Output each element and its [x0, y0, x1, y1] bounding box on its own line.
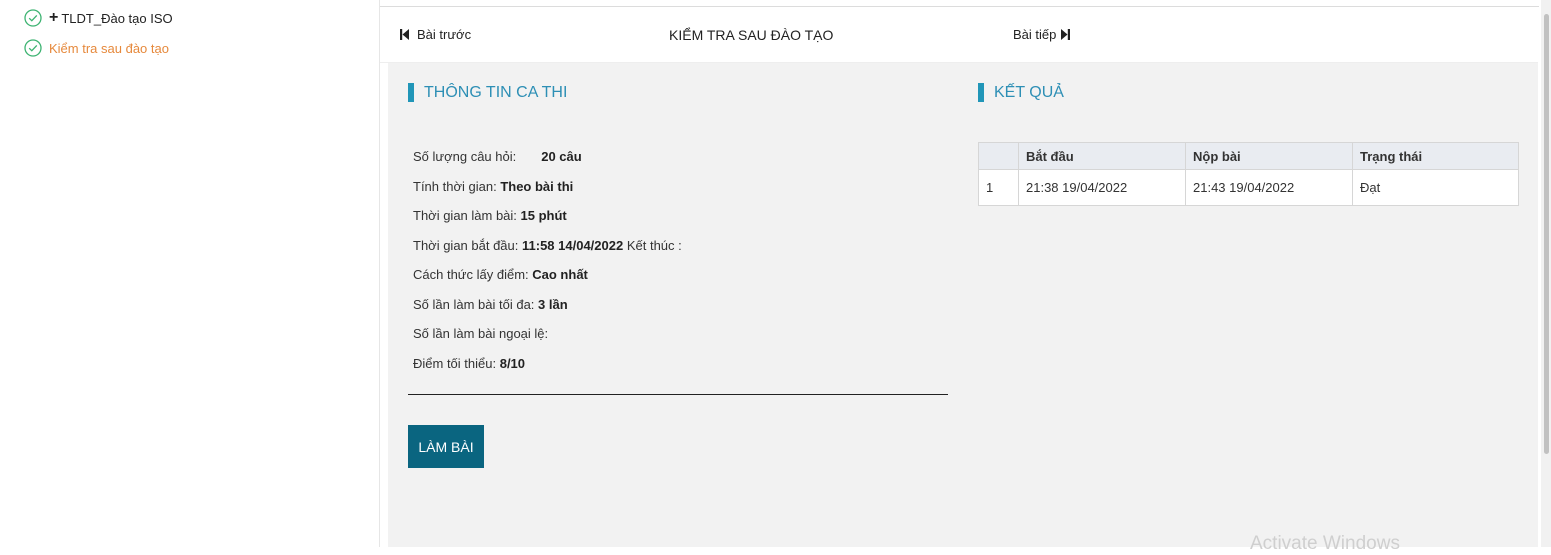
- info-value: 15 phút: [520, 208, 567, 223]
- info-label: Thời gian làm bài:: [413, 208, 517, 223]
- info-scoring-method: Cách thức lấy điểm: Cao nhất: [413, 267, 588, 282]
- start-exam-button[interactable]: LÀM BÀI: [408, 425, 484, 468]
- column-header-index: [978, 142, 1019, 170]
- results-table: Bắt đầu Nộp bài Trạng thái 1 21:38 19/04…: [978, 142, 1519, 206]
- check-circle-icon: [24, 9, 42, 27]
- info-label: Thời gian bắt đầu:: [413, 238, 519, 253]
- exam-info-heading: THÔNG TIN CA THI: [408, 83, 567, 102]
- results-heading: KẾT QUẢ: [978, 83, 1064, 102]
- cell-index: 1: [978, 169, 1019, 206]
- info-end-label: Kết thúc :: [626, 238, 682, 253]
- exam-info-title: THÔNG TIN CA THI: [424, 83, 568, 101]
- column-header-start: Bắt đầu: [1018, 142, 1186, 170]
- lesson-title: KIỂM TRA SAU ĐÀO TẠO: [669, 27, 834, 43]
- sidebar-item-tldt-dao-tao-iso[interactable]: + TLDT_Đào tạo ISO: [24, 9, 173, 27]
- info-label: Tính thời gian:: [413, 179, 497, 194]
- column-header-status: Trạng thái: [1352, 142, 1519, 170]
- cell-submit-time: 21:43 19/04/2022: [1185, 169, 1353, 206]
- sidebar-item-label: TLDT_Đào tạo ISO: [61, 10, 173, 26]
- cell-start-time: 21:38 19/04/2022: [1018, 169, 1186, 206]
- info-timing-mode: Tính thời gian: Theo bài thi: [413, 179, 573, 194]
- info-start-time: Thời gian bắt đầu: 11:58 14/04/2022 Kết …: [413, 238, 682, 253]
- info-max-attempts: Số lần làm bài tối đa: 3 lần: [413, 297, 568, 312]
- info-exception-attempts: Số lần làm bài ngoại lệ:: [413, 326, 548, 341]
- sidebar-item-kiem-tra-sau-dao-tao[interactable]: Kiểm tra sau đào tạo: [24, 39, 169, 57]
- info-value: Cao nhất: [532, 267, 588, 282]
- info-value: 11:58 14/04/2022: [522, 238, 624, 253]
- heading-accent-bar: [408, 83, 414, 102]
- skip-next-icon: [1061, 29, 1071, 40]
- table-row: 1 21:38 19/04/2022 21:43 19/04/2022 Đạt: [978, 169, 1519, 206]
- sidebar-item-label: Kiểm tra sau đào tạo: [49, 40, 169, 56]
- prev-lesson-label: Bài trước: [417, 27, 472, 42]
- column-header-submit: Nộp bài: [1185, 142, 1353, 170]
- info-value: 8/10: [499, 356, 526, 371]
- sidebar: + TLDT_Đào tạo ISO Kiểm tra sau đào tạo: [0, 0, 380, 547]
- info-value: Theo bài thi: [500, 179, 574, 194]
- heading-accent-bar: [978, 83, 984, 102]
- info-value: 20 câu: [541, 149, 582, 164]
- check-circle-icon: [24, 39, 42, 57]
- info-value: 3 lần: [538, 297, 568, 312]
- plus-icon[interactable]: +: [49, 10, 58, 26]
- prev-lesson-button[interactable]: Bài trước: [400, 27, 471, 42]
- next-lesson-label: Bài tiếp: [1013, 27, 1057, 42]
- info-duration: Thời gian làm bài: 15 phút: [413, 208, 567, 223]
- lesson-nav-bar: Bài trước KIỂM TRA SAU ĐÀO TẠO Bài tiếp: [380, 8, 1538, 63]
- scrollbar-thumb[interactable]: [1544, 14, 1549, 454]
- info-min-score: Điểm tối thiểu: 8/10: [413, 356, 525, 371]
- next-lesson-button[interactable]: Bài tiếp: [1013, 27, 1071, 42]
- info-question-count: Số lượng câu hỏi: 20 câu: [413, 149, 582, 164]
- results-title: KẾT QUẢ: [994, 83, 1064, 101]
- main-panel: THÔNG TIN CA THI Số lượng câu hỏi: 20 câu…: [388, 63, 1538, 547]
- skip-previous-icon: [400, 29, 409, 40]
- info-label: Số lần làm bài tối đa:: [413, 297, 535, 312]
- info-label: Điểm tối thiểu:: [413, 356, 497, 371]
- info-divider: [408, 394, 948, 395]
- activation-watermark: Activate Windows: [1250, 533, 1400, 554]
- page-scrollbar[interactable]: [1541, 0, 1551, 547]
- info-label: Số lần làm bài ngoại lệ:: [413, 326, 549, 341]
- cell-status: Đạt: [1352, 169, 1519, 206]
- info-label: Số lượng câu hỏi:: [413, 149, 517, 164]
- info-label: Cách thức lấy điểm:: [413, 267, 529, 282]
- table-header-row: Bắt đầu Nộp bài Trạng thái: [978, 142, 1519, 170]
